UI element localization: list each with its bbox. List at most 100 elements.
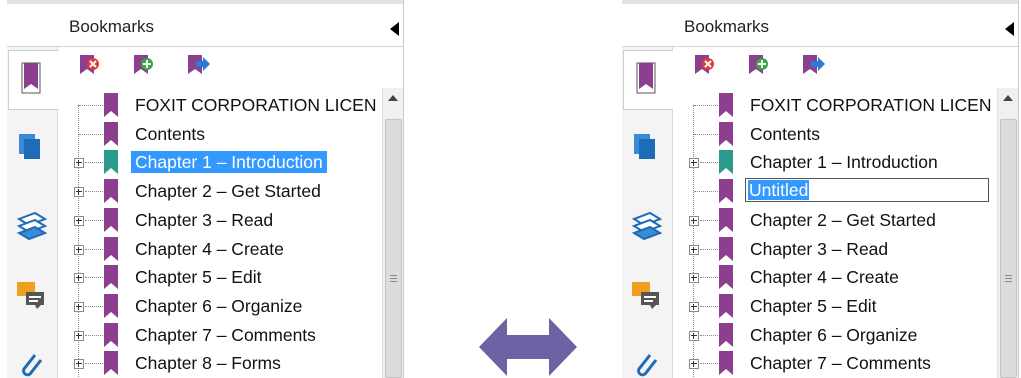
bookmarks-tab-icon bbox=[636, 62, 656, 94]
bookmark-item[interactable]: Chapter 1 – Introduction bbox=[682, 147, 998, 175]
double-arrow-icon bbox=[479, 318, 577, 376]
tree-branch-line bbox=[85, 219, 103, 221]
panel-header: Bookmarks bbox=[7, 6, 403, 47]
panel-top-border bbox=[7, 0, 403, 4]
bookmark-item[interactable]: Chapter 4 – Create bbox=[682, 262, 998, 290]
layers-tab-icon bbox=[631, 211, 663, 241]
layers-tab[interactable] bbox=[630, 209, 663, 241]
collapse-panel-button[interactable] bbox=[1005, 22, 1014, 36]
expand-icon[interactable] bbox=[689, 273, 699, 284]
scroll-up-arrow-icon[interactable] bbox=[998, 88, 1018, 108]
scroll-thumb[interactable] bbox=[1000, 119, 1017, 378]
bookmark-icon-purple bbox=[104, 121, 118, 146]
expand-icon[interactable] bbox=[689, 244, 699, 255]
bookmarks-panel-after: Bookmarks FOXIT CORPORATION LICEN Conten… bbox=[622, 0, 1019, 378]
bookmark-item[interactable]: Chapter 4 – Create bbox=[67, 234, 383, 262]
tree-branch-line bbox=[700, 277, 718, 279]
tree-branch-line bbox=[700, 363, 718, 365]
scroll-up-arrow-icon[interactable] bbox=[383, 88, 403, 108]
grip-line bbox=[1005, 281, 1012, 282]
scroll-thumb[interactable] bbox=[385, 119, 402, 378]
bookmark-item[interactable]: Chapter 7 – Comments bbox=[682, 348, 998, 376]
expand-icon[interactable] bbox=[74, 301, 84, 312]
add-bookmark-button[interactable] bbox=[131, 52, 157, 80]
panel-top-border bbox=[622, 0, 1018, 4]
bookmark-name-selected-text: Untitled bbox=[748, 180, 810, 201]
expand-icon[interactable] bbox=[74, 330, 84, 341]
bookmark-item[interactable]: Contents bbox=[67, 119, 383, 147]
bookmarks-tab[interactable] bbox=[623, 50, 673, 110]
vertical-scrollbar[interactable] bbox=[997, 88, 1018, 378]
bookmarks-tab[interactable] bbox=[8, 50, 58, 110]
grip-line bbox=[390, 275, 397, 276]
bookmark-item[interactable]: Chapter 5 – Edit bbox=[682, 291, 998, 319]
bookmarks-tab-icon bbox=[21, 62, 41, 94]
delete-bookmark-button[interactable] bbox=[692, 52, 718, 80]
bookmark-icon-purple bbox=[719, 265, 733, 290]
attachments-tab[interactable] bbox=[15, 349, 47, 378]
bookmark-item[interactable]: FOXIT CORPORATION LICEN bbox=[67, 90, 383, 118]
tree-branch-line bbox=[85, 191, 103, 193]
layers-tab-icon bbox=[16, 211, 48, 241]
vertical-scrollbar[interactable] bbox=[382, 88, 403, 378]
bookmark-item[interactable]: FOXIT CORPORATION LICEN bbox=[682, 90, 998, 118]
bookmark-item[interactable]: Chapter 2 – Get Started bbox=[682, 205, 998, 233]
tree-branch-line bbox=[85, 248, 103, 250]
expand-icon[interactable] bbox=[74, 273, 84, 284]
expand-icon[interactable] bbox=[74, 359, 84, 370]
add-bookmark-icon bbox=[134, 55, 153, 74]
expand-icon[interactable] bbox=[74, 187, 84, 198]
comments-tab[interactable] bbox=[630, 279, 662, 311]
comments-tab-icon bbox=[17, 282, 44, 309]
expand-icon[interactable] bbox=[689, 330, 699, 341]
collapse-panel-button[interactable] bbox=[390, 22, 399, 36]
bookmark-label: Contents bbox=[135, 123, 206, 144]
bookmark-icon-purple bbox=[719, 179, 733, 204]
bookmark-item[interactable]: Chapter 7 – Comments bbox=[67, 320, 383, 348]
bookmark-item[interactable]: Chapter 2 – Get Started bbox=[67, 176, 383, 204]
tree-branch-line bbox=[700, 219, 718, 221]
attachments-tab-icon bbox=[637, 354, 658, 377]
layers-tab[interactable] bbox=[15, 209, 48, 241]
panel-title: Bookmarks bbox=[684, 17, 770, 36]
comments-tab[interactable] bbox=[15, 279, 47, 311]
bookmark-name-input[interactable]: Untitled bbox=[745, 178, 989, 203]
bookmark-icon-purple bbox=[719, 121, 733, 146]
grip-line bbox=[1005, 278, 1012, 279]
add-bookmark-button[interactable] bbox=[746, 52, 772, 80]
expand-icon[interactable] bbox=[689, 158, 699, 169]
bookmark-item[interactable]: Chapter 3 – Read bbox=[682, 234, 998, 262]
tree-branch-line bbox=[85, 334, 103, 336]
attachments-tab[interactable] bbox=[630, 349, 662, 378]
bookmark-item[interactable]: Chapter 5 – Edit bbox=[67, 262, 383, 290]
bookmark-item[interactable]: Contents bbox=[682, 119, 998, 147]
bookmark-label: Chapter 4 – Create bbox=[135, 238, 284, 259]
go-to-bookmark-button[interactable] bbox=[185, 52, 211, 80]
grip-line bbox=[1005, 275, 1012, 276]
go-to-bookmark-button[interactable] bbox=[800, 52, 826, 80]
bookmark-item[interactable]: Chapter 8 – Forms bbox=[67, 348, 383, 376]
tree-branch-line bbox=[79, 133, 103, 135]
tree-branch-line bbox=[85, 305, 103, 307]
expand-icon[interactable] bbox=[689, 215, 699, 226]
bookmark-label: Chapter 3 – Read bbox=[135, 209, 274, 230]
bookmark-label: Chapter 5 – Edit bbox=[135, 267, 262, 288]
pages-tab[interactable] bbox=[630, 131, 662, 163]
bookmark-item[interactable]: Chapter 6 – Organize bbox=[682, 320, 998, 348]
bookmark-item[interactable]: Chapter 3 – Read bbox=[67, 205, 383, 233]
bookmark-label: Chapter 6 – Organize bbox=[135, 295, 303, 316]
bookmark-item[interactable]: Chapter 1 – Introduction bbox=[67, 147, 383, 175]
bookmark-item[interactable]: Untitled bbox=[682, 176, 998, 204]
expand-icon[interactable] bbox=[74, 244, 84, 255]
expand-icon[interactable] bbox=[689, 301, 699, 312]
bookmark-item[interactable]: Chapter 6 – Organize bbox=[67, 291, 383, 319]
pages-tab-icon bbox=[634, 134, 655, 159]
delete-bookmark-button[interactable] bbox=[77, 52, 103, 80]
go-to-bookmark-icon bbox=[188, 55, 210, 74]
expand-icon[interactable] bbox=[74, 158, 84, 169]
expand-icon[interactable] bbox=[74, 215, 84, 226]
expand-icon[interactable] bbox=[689, 359, 699, 370]
pages-tab[interactable] bbox=[15, 131, 47, 163]
grip-line bbox=[390, 278, 397, 279]
bookmark-icon-purple bbox=[104, 236, 118, 261]
